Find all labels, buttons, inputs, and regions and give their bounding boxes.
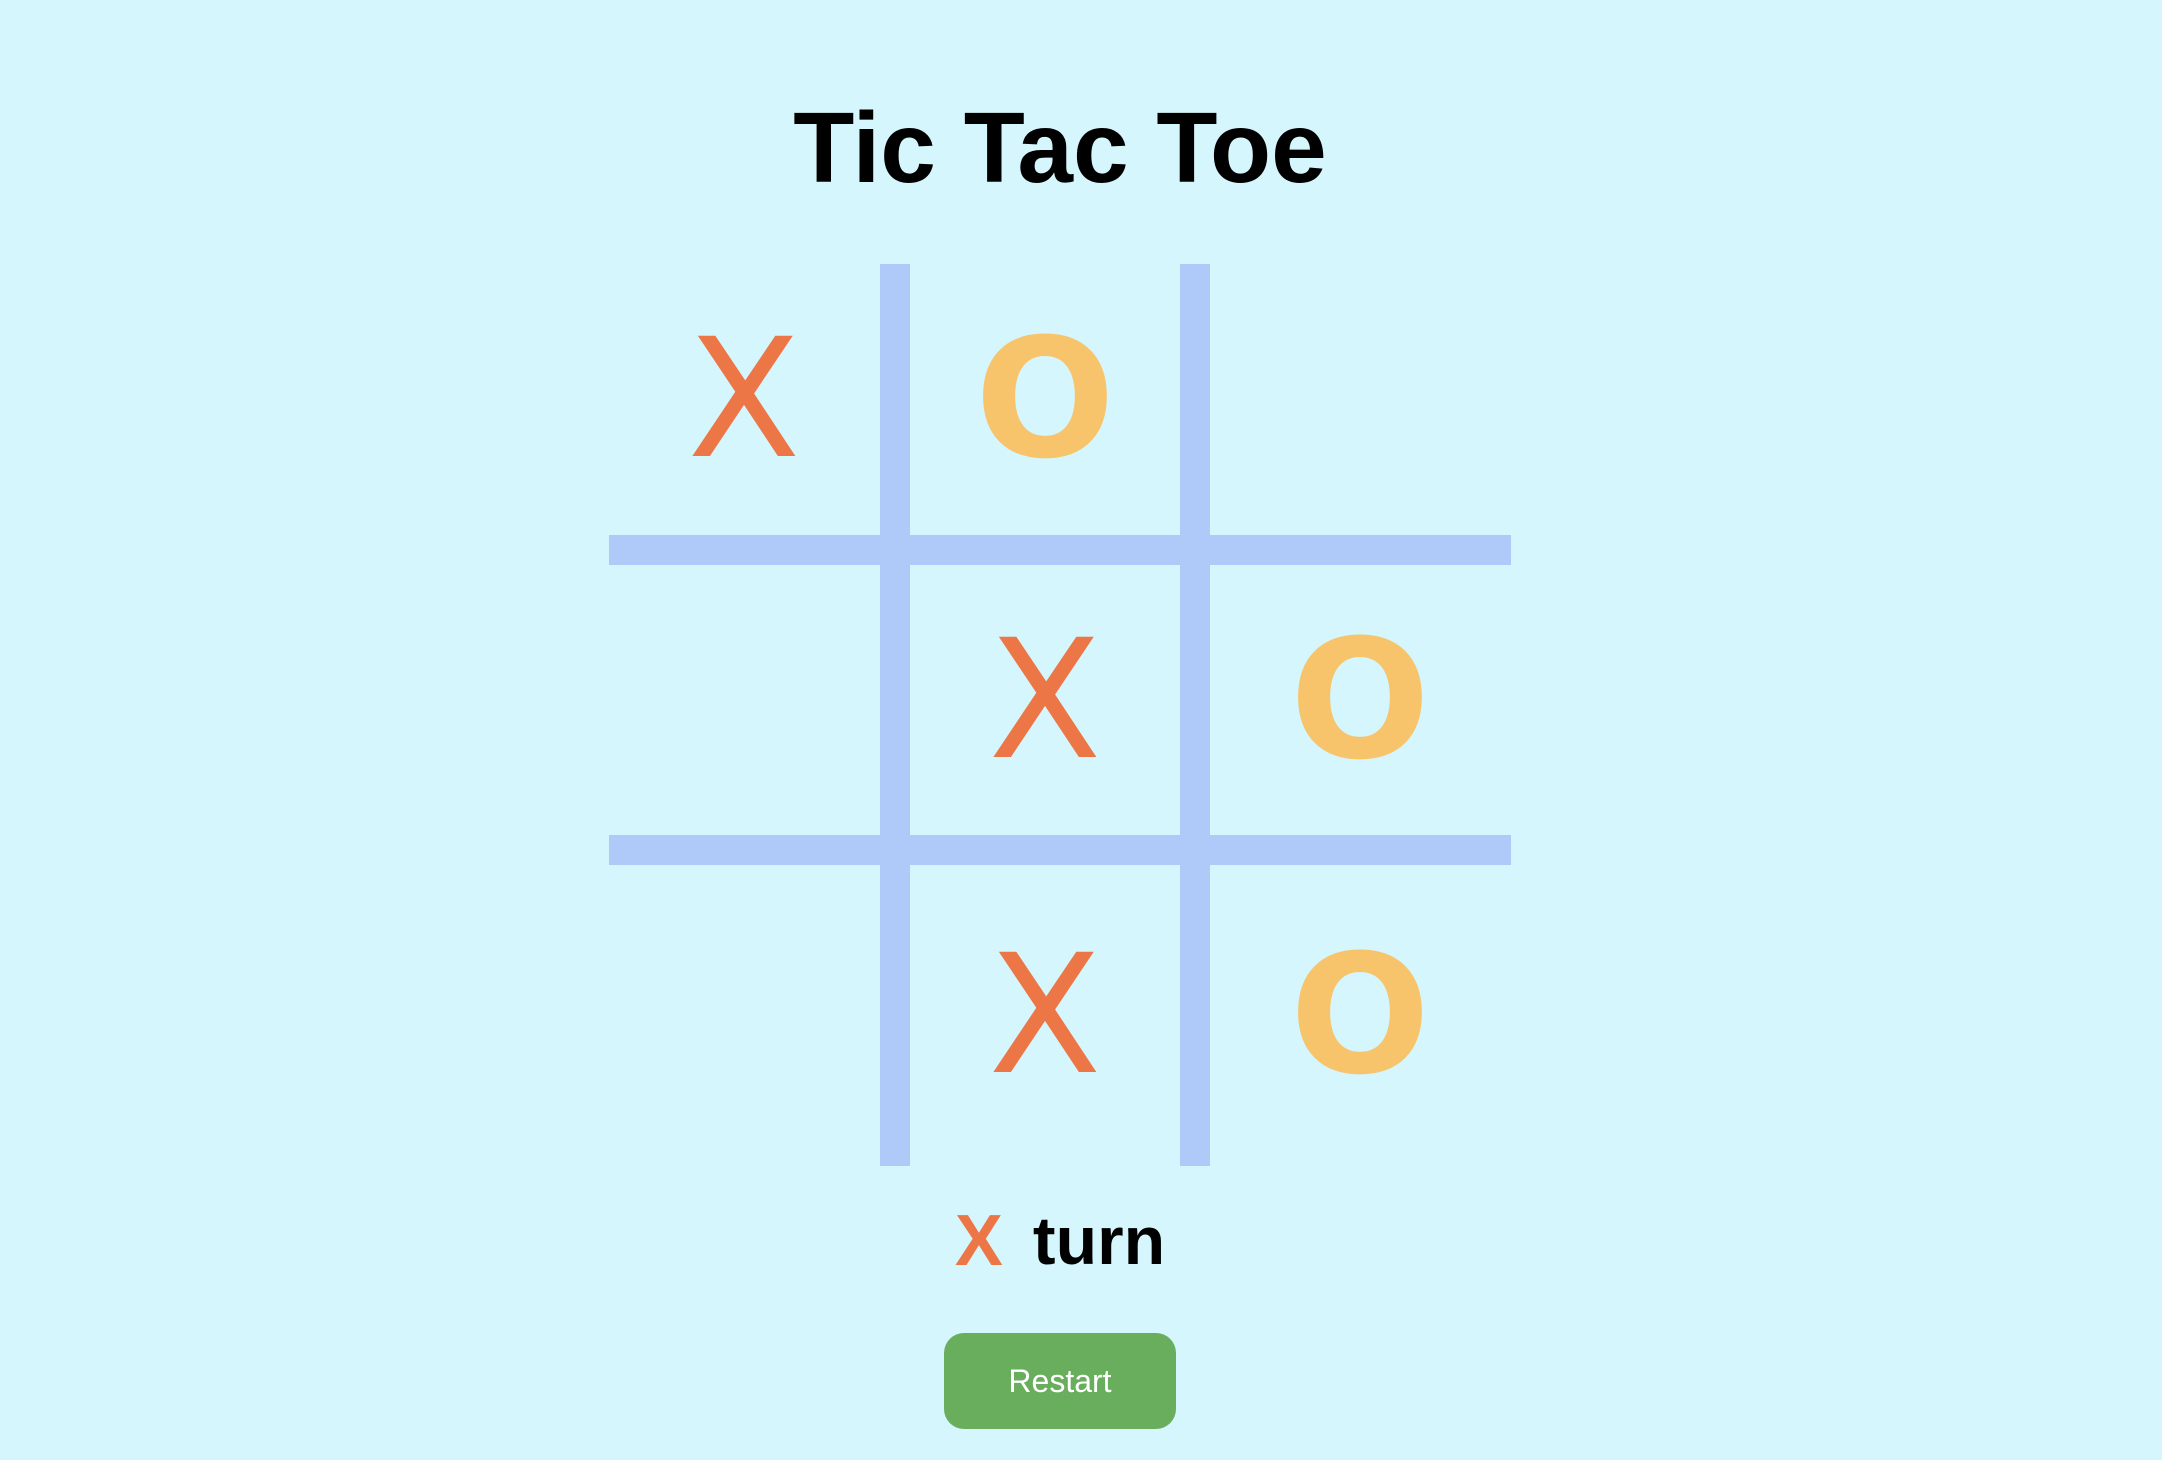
cell-mark: O — [1289, 603, 1431, 796]
current-player-mark: X — [954, 1201, 1003, 1281]
cell-mark: X — [988, 603, 1102, 796]
grid-line-horizontal — [609, 835, 1511, 865]
board-cell-7[interactable] — [609, 880, 879, 1150]
board-cell-6[interactable]: O — [1225, 565, 1495, 835]
board-cell-1[interactable]: X — [609, 264, 879, 534]
board-cell-9[interactable]: O — [1225, 880, 1495, 1150]
turn-label: turn — [1032, 1203, 1166, 1279]
restart-button[interactable]: Restart — [944, 1333, 1176, 1429]
cell-mark: O — [1289, 918, 1431, 1111]
board-cell-8[interactable]: X — [910, 880, 1180, 1150]
game-board: X O X O X O — [609, 264, 1511, 1166]
turn-status: X turn — [0, 1205, 2120, 1277]
cell-mark: O — [974, 302, 1116, 495]
board-cell-4[interactable] — [609, 565, 879, 835]
board-cell-2[interactable]: O — [910, 264, 1180, 534]
cell-mark: X — [988, 918, 1102, 1111]
page-title: Tic Tac Toe — [793, 92, 1327, 204]
grid-line-vertical — [1180, 264, 1210, 1166]
grid-line-horizontal — [609, 535, 1511, 565]
grid-line-vertical — [880, 264, 910, 1166]
cell-mark: X — [687, 302, 801, 495]
board-cell-3[interactable] — [1225, 264, 1495, 534]
board-cell-5[interactable]: X — [910, 565, 1180, 835]
